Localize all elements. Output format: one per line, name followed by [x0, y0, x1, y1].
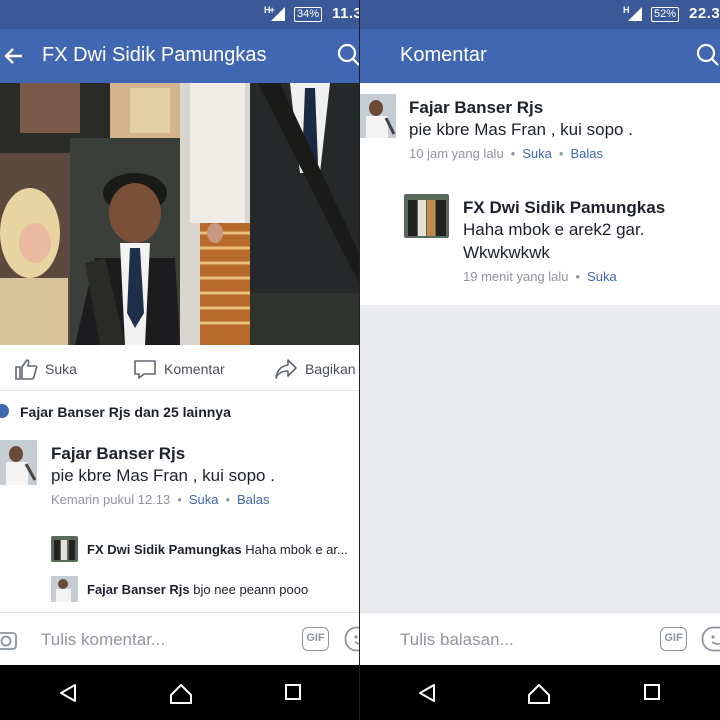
camera-icon[interactable] — [0, 627, 20, 653]
reply-item[interactable]: Fajar Banser Rjs bjo nee peann pooo — [87, 582, 359, 597]
separator-dot: • — [558, 146, 564, 161]
reply-author[interactable]: FX Dwi Sidik Pamungkas — [463, 198, 665, 218]
like-reaction-icon — [0, 404, 9, 418]
comment-label: Komentar — [164, 361, 225, 377]
share-button[interactable]: Bagikan — [274, 357, 356, 381]
reply-author[interactable]: Fajar Banser Rjs — [87, 582, 190, 597]
avatar[interactable] — [0, 440, 37, 485]
back-arrow-icon[interactable] — [4, 46, 24, 66]
search-icon[interactable] — [696, 43, 720, 67]
gif-button[interactable]: GIF — [660, 627, 687, 651]
reply-input[interactable]: Tulis balasan... — [400, 630, 514, 650]
sticker-icon[interactable] — [701, 626, 720, 652]
reply-author-photo — [51, 576, 78, 602]
reply-author-photo — [51, 536, 78, 562]
thumbs-up-icon — [15, 359, 38, 380]
commenter-photo — [0, 440, 37, 485]
likes-text: Fajar Banser Rjs dan 25 lainnya — [20, 404, 231, 420]
empty-area — [360, 305, 720, 612]
like-button[interactable]: Suka — [14, 357, 77, 381]
signal-icon — [271, 7, 285, 21]
app-bar: Komentar — [360, 29, 720, 83]
comment-author[interactable]: Fajar Banser Rjs — [409, 98, 543, 118]
comment-meta: Kemarin pukul 12.13 • Suka • Balas — [51, 492, 270, 507]
comment-reply-link[interactable]: Balas — [570, 146, 603, 161]
comment-like-link[interactable]: Suka — [189, 492, 219, 507]
back-nav-icon[interactable] — [58, 683, 78, 703]
comment-time: Kemarin pukul 12.13 — [51, 492, 171, 507]
gif-button[interactable]: GIF — [302, 627, 329, 651]
page-title: FX Dwi Sidik Pamungkas — [42, 44, 267, 66]
comment-meta: 10 jam yang lalu • Suka • Balas — [409, 146, 603, 161]
clock: 22.3 — [689, 5, 720, 22]
android-nav-bar — [360, 665, 720, 720]
reply-author-photo — [404, 194, 449, 238]
clock: 11.3 — [332, 5, 359, 22]
reply-item[interactable]: FX Dwi Sidik Pamungkas Haha mbok e ar... — [87, 542, 359, 557]
comment-time: 10 jam yang lalu — [409, 146, 504, 161]
separator-dot: • — [510, 146, 516, 161]
post-actions: Suka Komentar Bagikan — [0, 345, 359, 391]
comment-text: pie kbre Mas Fran , kui sopo . — [409, 120, 633, 139]
comment-reply-link[interactable]: Balas — [237, 492, 270, 507]
commenter-photo — [360, 94, 396, 138]
app-bar: FX Dwi Sidik Pamungkas — [0, 29, 359, 83]
share-arrow-icon — [275, 359, 297, 379]
comment-button[interactable]: Komentar — [133, 357, 225, 381]
separator-dot: • — [225, 492, 231, 507]
status-bar: H+ 34% 11.3 — [0, 0, 359, 29]
search-icon[interactable] — [337, 43, 359, 67]
status-bar: H 52% 22.3 — [360, 0, 720, 29]
avatar[interactable] — [360, 94, 396, 138]
reply-composer: Tulis balasan... GIF — [360, 612, 720, 665]
reply-text-line1: Haha mbok e arek2 gar. — [463, 220, 645, 239]
share-label: Bagikan — [305, 361, 356, 377]
separator-dot: • — [177, 492, 182, 507]
reply-author[interactable]: FX Dwi Sidik Pamungkas — [87, 542, 242, 557]
home-nav-icon[interactable] — [169, 683, 193, 705]
back-nav-icon[interactable] — [417, 683, 437, 703]
reply-avatar[interactable] — [51, 576, 78, 602]
comment-author[interactable]: Fajar Banser Rjs — [51, 444, 185, 464]
reply-text: bjo nee peann pooo — [193, 582, 309, 597]
recents-nav-icon[interactable] — [284, 683, 302, 701]
reply-text: Haha mbok e ar... — [245, 542, 348, 557]
reply-meta: 19 menit yang lalu • Suka — [463, 269, 617, 284]
reply-avatar[interactable] — [404, 194, 449, 238]
reply-like-link[interactable]: Suka — [587, 269, 617, 284]
like-label: Suka — [45, 361, 77, 377]
reply-time: 19 menit yang lalu — [463, 269, 569, 284]
recents-nav-icon[interactable] — [643, 683, 661, 701]
page-title: Komentar — [400, 44, 487, 66]
wedding-collage-image — [0, 83, 359, 345]
comment-text: pie kbre Mas Fran , kui sopo . — [51, 466, 275, 485]
reply-avatar[interactable] — [51, 536, 78, 562]
sticker-icon[interactable] — [344, 626, 359, 652]
post-photo[interactable] — [0, 83, 359, 345]
battery-indicator: 34% — [294, 7, 323, 22]
left-screen: H+ 34% 11.3 FX Dwi Sidik Pamungkas Suka … — [0, 0, 359, 720]
right-screen: H 52% 22.3 Komentar Fajar Banser Rjs pie… — [360, 0, 720, 720]
separator-dot: • — [575, 269, 581, 284]
comment-like-link[interactable]: Suka — [522, 146, 552, 161]
android-nav-bar — [0, 665, 359, 720]
comment-input[interactable]: Tulis komentar... — [41, 630, 165, 650]
signal-icon — [628, 7, 642, 21]
battery-indicator: 52% — [651, 7, 680, 22]
comment-bubble-icon — [134, 360, 156, 379]
home-nav-icon[interactable] — [527, 683, 551, 705]
comment-composer: Tulis komentar... GIF — [0, 612, 359, 665]
reply-text-line2: Wkwkwkwk — [463, 243, 550, 262]
